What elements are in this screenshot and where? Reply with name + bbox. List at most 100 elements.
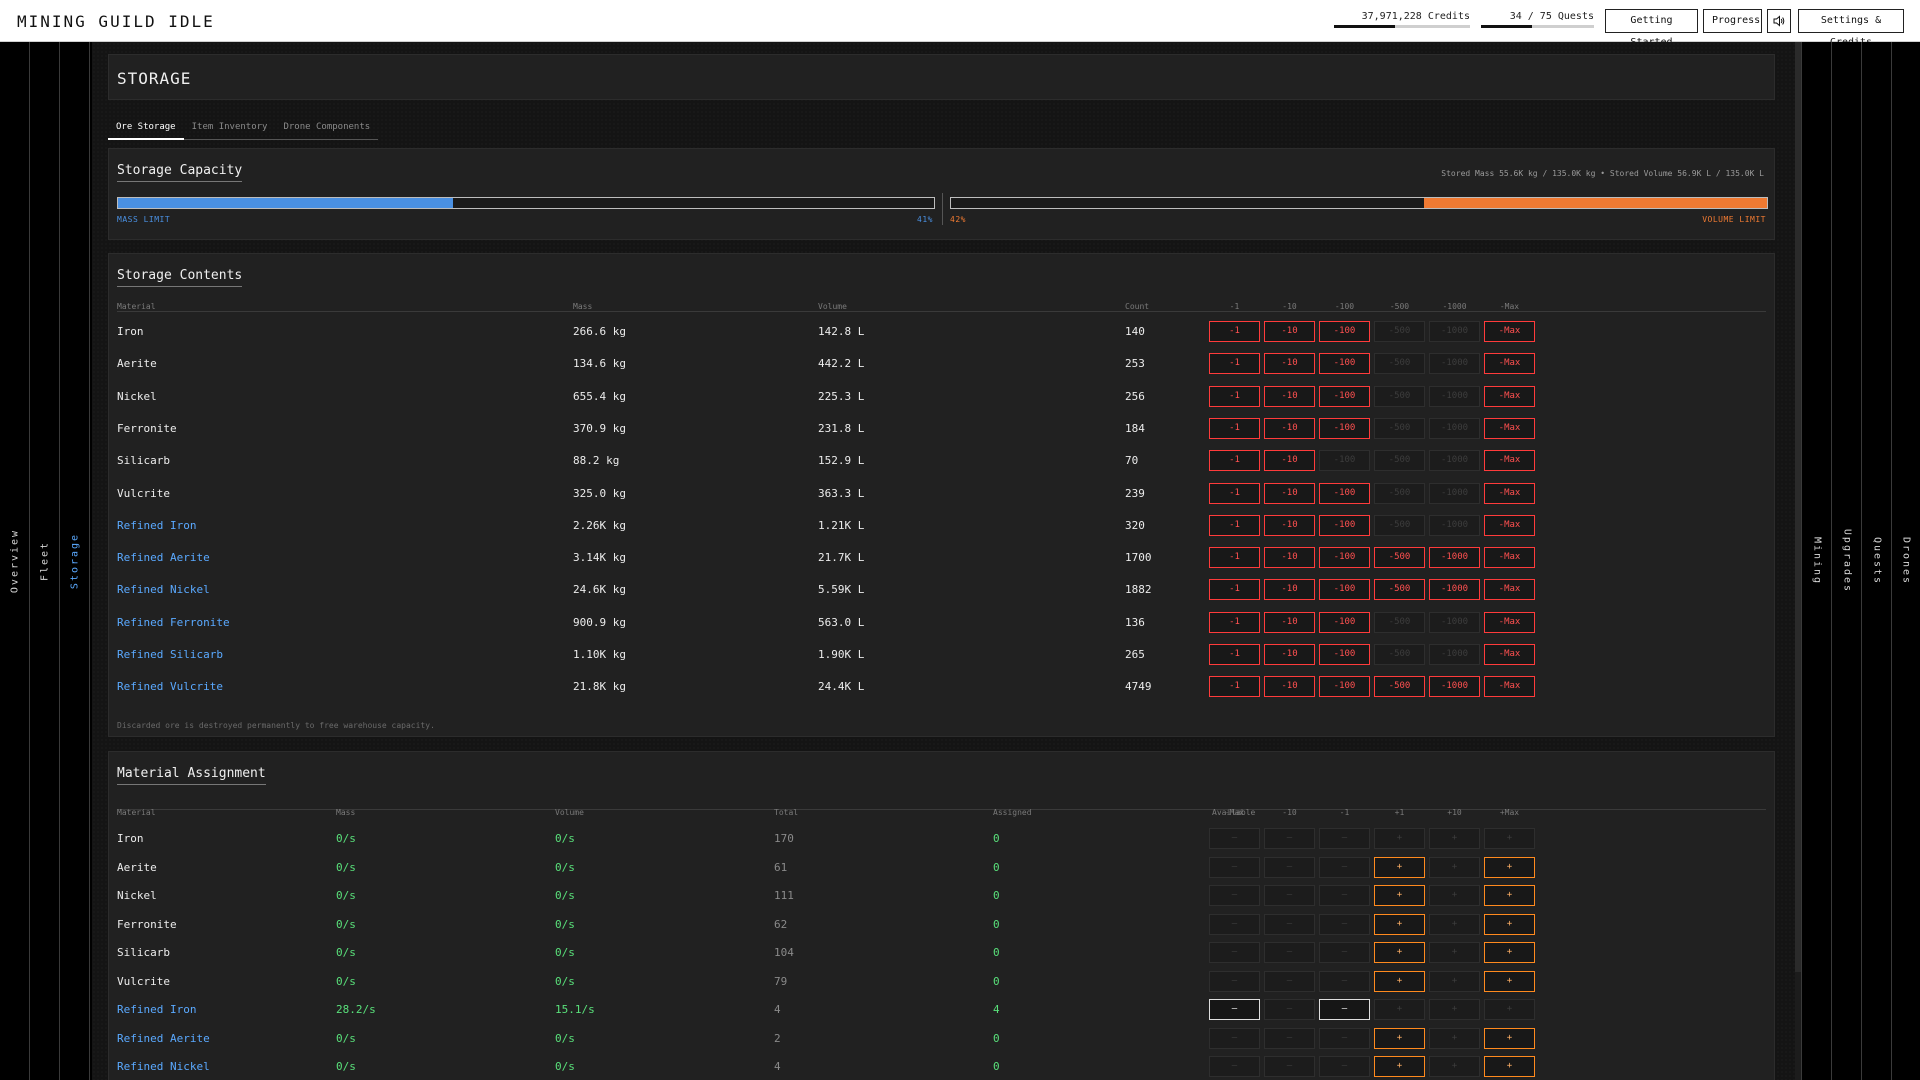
discard-1-button[interactable]: -1: [1209, 353, 1260, 375]
discard-100-button[interactable]: -100: [1319, 644, 1370, 665]
discard-1000-button: -1000: [1429, 450, 1480, 472]
discard-max-button[interactable]: -Max: [1484, 450, 1535, 472]
nav-mining[interactable]: Mining: [1801, 42, 1831, 1080]
discard-10-button[interactable]: -10: [1264, 514, 1315, 536]
discard-10-button[interactable]: -10: [1264, 353, 1315, 375]
discard-1-button[interactable]: -1: [1209, 547, 1260, 569]
assign-max-button[interactable]: +: [1484, 913, 1535, 935]
discard-500-button[interactable]: -500: [1374, 547, 1425, 569]
tab-item-inventory[interactable]: Item Inventory: [184, 118, 276, 140]
discard-1000-button[interactable]: -1000: [1429, 547, 1480, 569]
discard-max-button[interactable]: -Max: [1484, 579, 1535, 601]
assign-1-button: –: [1319, 913, 1370, 935]
discard-100-button[interactable]: -100: [1319, 676, 1370, 698]
discard-100-button[interactable]: -100: [1319, 417, 1370, 439]
discard-100-button[interactable]: -100: [1319, 385, 1370, 407]
discard-100-button[interactable]: -100: [1319, 547, 1370, 569]
nav-upgrades[interactable]: Upgrades: [1831, 42, 1861, 1080]
discard-max-button[interactable]: -Max: [1484, 482, 1535, 504]
discard-500-button: -500: [1374, 385, 1425, 407]
assign-max-button[interactable]: +: [1484, 1027, 1535, 1049]
assignment-material-cell: Aerite: [117, 860, 157, 874]
discard-1-button[interactable]: -1: [1209, 321, 1260, 342]
discard-1-button[interactable]: -1: [1209, 676, 1260, 698]
col-header-discard-100: -100: [1334, 302, 1355, 311]
discard-100-button[interactable]: -100: [1319, 579, 1370, 601]
main-scrollbar-thumb[interactable]: [1795, 42, 1801, 972]
discard-500-button: -500: [1374, 450, 1425, 472]
nav-drones[interactable]: Drones: [1891, 42, 1920, 1080]
assignment-total-cell: 4: [774, 1060, 781, 1073]
discard-1-button[interactable]: -1: [1209, 579, 1260, 601]
main-scrollbar[interactable]: [1795, 42, 1801, 1080]
nav-fleet[interactable]: Fleet: [30, 42, 60, 1080]
discard-max-button[interactable]: -Max: [1484, 547, 1535, 569]
assign-1-button: +: [1374, 828, 1425, 849]
discard-10-button[interactable]: -10: [1264, 644, 1315, 665]
storage-mass-cell: 325.0 kg: [573, 486, 626, 500]
assign-max-button[interactable]: +: [1484, 970, 1535, 992]
discard-1000-button: -1000: [1429, 644, 1480, 665]
assign-1-button[interactable]: +: [1374, 856, 1425, 878]
tab-drone-components[interactable]: Drone Components: [275, 118, 378, 140]
assign-1-button[interactable]: +: [1374, 913, 1425, 935]
discard-1-button[interactable]: -1: [1209, 482, 1260, 504]
discard-max-button[interactable]: -Max: [1484, 417, 1535, 439]
discard-100-button[interactable]: -100: [1319, 482, 1370, 504]
assign-1-button[interactable]: +: [1374, 885, 1425, 906]
discard-10-button[interactable]: -10: [1264, 676, 1315, 698]
settings-credits-button[interactable]: Settings & Credits: [1798, 9, 1904, 48]
assign-10-button: –: [1264, 999, 1315, 1020]
assign-1-button[interactable]: +: [1374, 970, 1425, 992]
discard-max-button[interactable]: -Max: [1484, 514, 1535, 536]
assign-1-button[interactable]: +: [1374, 1056, 1425, 1077]
discard-1-button[interactable]: -1: [1209, 611, 1260, 633]
discard-10-button[interactable]: -10: [1264, 450, 1315, 472]
assign-max-button[interactable]: –: [1209, 999, 1260, 1020]
discard-max-button[interactable]: -Max: [1484, 611, 1535, 633]
nav-overview[interactable]: Overview: [0, 42, 30, 1080]
discard-10-button[interactable]: -10: [1264, 385, 1315, 407]
discard-100-button[interactable]: -100: [1319, 321, 1370, 342]
discard-1-button[interactable]: -1: [1209, 450, 1260, 472]
progress-button[interactable]: Progress: [1703, 9, 1762, 33]
discard-500-button[interactable]: -500: [1374, 579, 1425, 601]
discard-10-button[interactable]: -10: [1264, 611, 1315, 633]
assign-max-button[interactable]: +: [1484, 1056, 1535, 1077]
assign-max-button: –: [1209, 885, 1260, 906]
discard-10-button[interactable]: -10: [1264, 579, 1315, 601]
discard-1000-button[interactable]: -1000: [1429, 579, 1480, 601]
tab-ore-storage[interactable]: Ore Storage: [108, 118, 184, 140]
discard-1-button[interactable]: -1: [1209, 385, 1260, 407]
discard-max-button[interactable]: -Max: [1484, 321, 1535, 342]
discard-1-button[interactable]: -1: [1209, 417, 1260, 439]
getting-started-button[interactable]: Getting Started: [1605, 9, 1698, 48]
assign-1-button[interactable]: +: [1374, 942, 1425, 963]
discard-100-button[interactable]: -100: [1319, 514, 1370, 536]
discard-1000-button[interactable]: -1000: [1429, 676, 1480, 698]
discard-10-button[interactable]: -10: [1264, 547, 1315, 569]
nav-quests[interactable]: Quests: [1861, 42, 1891, 1080]
storage-mass-cell: 655.4 kg: [573, 389, 626, 403]
assign-1-button[interactable]: –: [1319, 999, 1370, 1020]
nav-storage[interactable]: Storage: [60, 42, 90, 1080]
sound-toggle-button[interactable]: [1767, 9, 1791, 33]
discard-100-button[interactable]: -100: [1319, 611, 1370, 633]
assign-1-button[interactable]: +: [1374, 1027, 1425, 1049]
assignment-assigned-cell: 0: [993, 1031, 1000, 1045]
discard-max-button[interactable]: -Max: [1484, 385, 1535, 407]
discard-10-button[interactable]: -10: [1264, 417, 1315, 439]
discard-max-button[interactable]: -Max: [1484, 676, 1535, 698]
discard-10-button[interactable]: -10: [1264, 321, 1315, 342]
assign-max-button: –: [1209, 942, 1260, 963]
discard-1-button[interactable]: -1: [1209, 644, 1260, 665]
discard-10-button[interactable]: -10: [1264, 482, 1315, 504]
discard-1-button[interactable]: -1: [1209, 514, 1260, 536]
discard-100-button[interactable]: -100: [1319, 353, 1370, 375]
discard-500-button[interactable]: -500: [1374, 676, 1425, 698]
assign-max-button[interactable]: +: [1484, 885, 1535, 906]
discard-max-button[interactable]: -Max: [1484, 353, 1535, 375]
discard-max-button[interactable]: -Max: [1484, 644, 1535, 665]
assign-max-button[interactable]: +: [1484, 856, 1535, 878]
assign-max-button[interactable]: +: [1484, 942, 1535, 963]
